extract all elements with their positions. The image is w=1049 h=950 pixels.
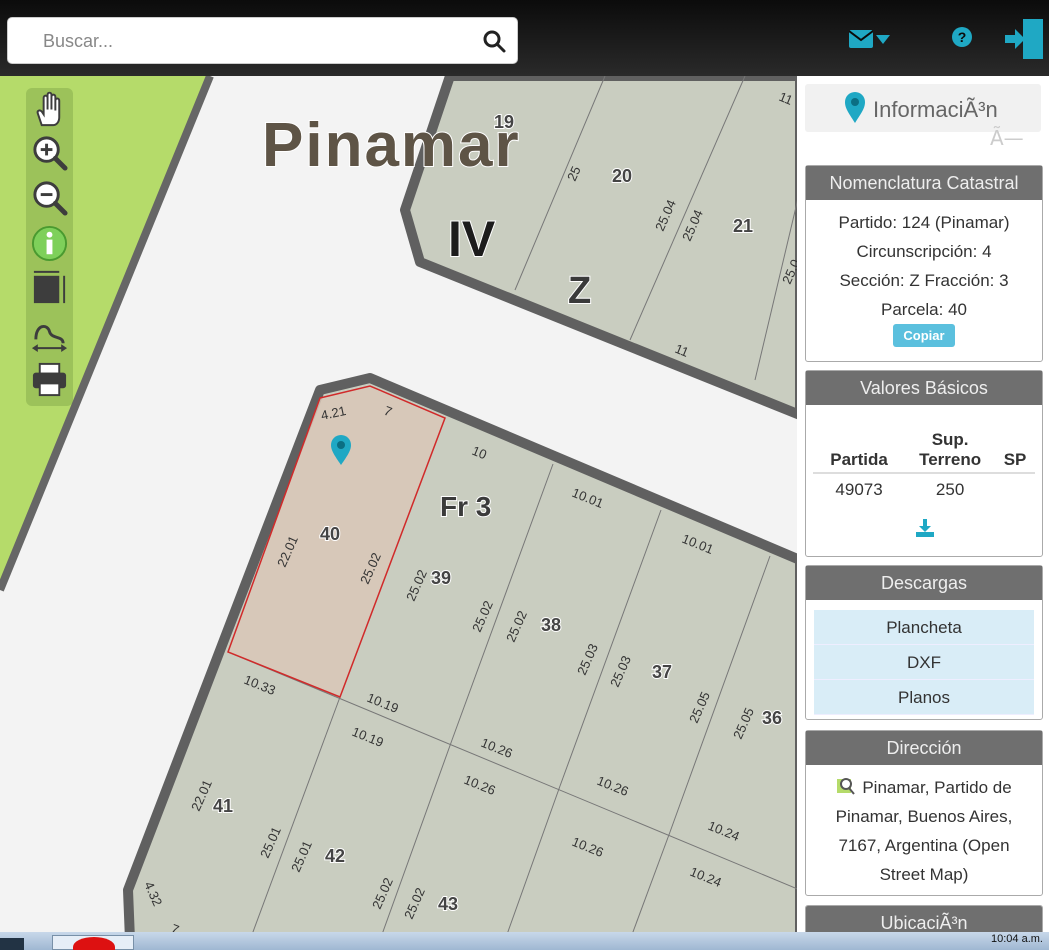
parcel-number: 19 [494,112,514,132]
partida-value: 49073 [835,480,883,499]
parcel-number: 37 [652,662,672,682]
seccion-label: Z [568,270,591,312]
valores-title: Valores Básicos [806,371,1042,405]
nomenclatura-card: Nomenclatura Catastral Partido: 124 (Pin… [805,165,1043,362]
parcel-number: 20 [612,166,632,186]
map-marker-icon [845,92,865,123]
circunscripcion-label: IV [448,211,496,267]
search-icon[interactable] [481,28,507,54]
zoom-out-icon[interactable] [30,178,69,217]
envelope-icon[interactable] [849,30,873,48]
measure-area-icon[interactable] [30,268,69,307]
copy-button[interactable]: Copiar [893,324,955,347]
col-sp: SP [995,413,1035,474]
print-icon[interactable] [30,360,69,399]
download-planos[interactable]: Planos [814,680,1034,715]
zoom-in-icon[interactable] [30,133,69,172]
parcel-number: 36 [762,708,782,728]
valores-card: Valores Básicos Partida Sup. Terreno SP … [805,370,1043,557]
sup-terreno-value: 250 [935,480,965,499]
download-plancheta[interactable]: Plancheta [814,610,1034,645]
nomenclatura-title: Nomenclatura Catastral [806,166,1042,200]
parcel-number: 40 [320,524,340,544]
info-title: InformaciÃ³n [873,97,998,122]
direccion-title: Dirección [806,731,1042,765]
fraction-label: Fr 3 [440,491,491,522]
info-icon[interactable] [30,224,69,263]
col-sup-terreno: Sup. Terreno [905,413,996,474]
partido-line: Partido: 124 (Pinamar) [838,213,1010,232]
download-icon[interactable] [915,519,935,537]
address-text: Pinamar, Partido de Pinamar, Buenos Aire… [835,778,1013,884]
info-panel: InformaciÃ³n Ã— Nomenclatura Catastral P… [797,76,1049,945]
col-partida: Partida [813,413,906,474]
descargas-title: Descargas [806,566,1042,600]
map-toolbar [26,88,73,406]
caret-down-icon[interactable] [876,35,890,44]
pan-hand-icon[interactable] [30,90,69,129]
parcel-number: 38 [541,615,561,635]
city-label: Pinamar [262,111,521,180]
close-icon[interactable]: Ã— [990,126,1024,150]
parcel-number: 41 [213,796,233,816]
question-icon[interactable]: ? [951,26,973,48]
direccion-card: Dirección Pinamar, Partido de Pinamar, B… [805,730,1043,896]
logout-icon[interactable] [1003,17,1045,61]
parcel-number: 39 [431,568,451,588]
info-header: InformaciÃ³n [805,84,1041,132]
table-row: 49073 250 [813,473,1035,506]
download-dxf[interactable]: DXF [814,645,1034,680]
search-box[interactable] [7,17,518,64]
svg-text:?: ? [958,29,967,45]
clock: 10:04 a.m. [991,933,1043,945]
parcel-number: 21 [733,216,753,236]
taskbar-app[interactable] [52,935,134,950]
parcel-number: 42 [325,846,345,866]
top-bar: ? [0,0,1049,76]
seccion-line: Sección: Z Fracción: 3 [839,271,1009,290]
circunscripcion-line: Circunscripción: 4 [856,242,992,261]
start-button[interactable] [0,938,24,950]
app-icon [73,937,115,950]
valores-table: Partida Sup. Terreno SP 49073 250 [813,413,1035,506]
parcela-line: Parcela: 40 [881,300,967,319]
sp-value [995,473,1035,506]
map-search-icon [837,778,856,795]
measure-distance-icon[interactable] [30,314,69,353]
taskbar: 10:04 a.m. [0,932,1049,950]
parcel-number: 43 [438,894,458,914]
map-view[interactable]: Pinamar IV Z Fr 3 19 20 21 40 39 38 37 3… [0,76,800,932]
search-input[interactable] [43,26,473,56]
descargas-card: Descargas Plancheta DXF Planos [805,565,1043,720]
